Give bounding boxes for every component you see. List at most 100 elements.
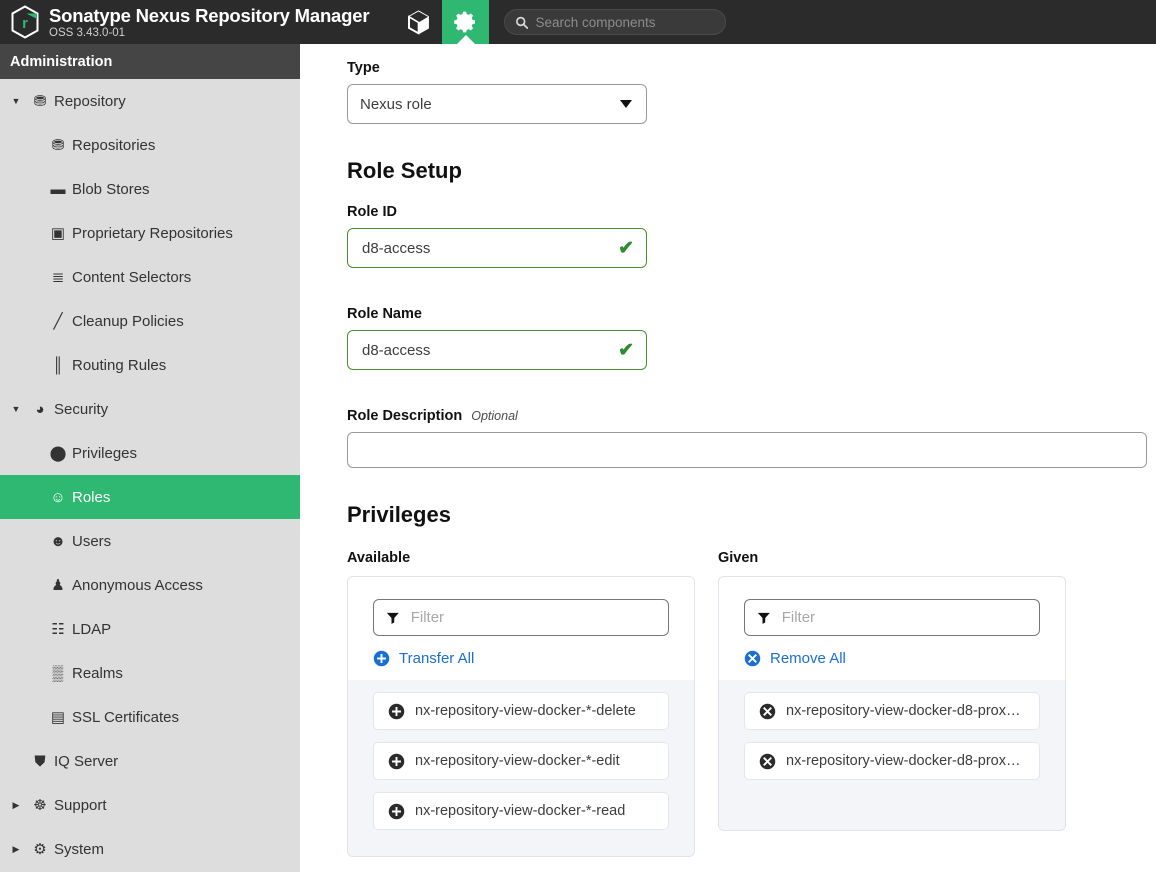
privileges-dual-list: Available <box>347 550 1146 857</box>
available-filter-input[interactable] <box>409 608 656 627</box>
brand-block[interactable]: r Sonatype Nexus Repository Manager OSS … <box>0 0 395 44</box>
sidebar-item-system[interactable]: ▶⚙System <box>0 827 300 871</box>
shield-icon: ⛊ <box>26 754 54 769</box>
plus-circle-icon[interactable] <box>388 803 405 820</box>
list-item-label: nx-repository-view-docker-*-edit <box>415 753 620 769</box>
sidebar-item-label: Routing Rules <box>72 357 166 374</box>
sidebar-item-support[interactable]: ▶☸Support <box>0 783 300 827</box>
list-item[interactable]: nx-repository-view-docker-*-delete <box>373 692 669 730</box>
given-filter-box[interactable] <box>744 599 1040 636</box>
caret-down-icon[interactable]: ▼ <box>6 404 26 414</box>
transfer-all-label: Transfer All <box>399 650 474 667</box>
list-item[interactable]: nx-repository-view-docker-d8-prox… <box>744 692 1040 730</box>
sidebar-item-label: IQ Server <box>54 753 118 770</box>
admin-sidebar: Administration ▼⛃Repository⛃Repositories… <box>0 44 300 872</box>
sidebar-header-label: Administration <box>10 54 112 70</box>
plus-circle-icon[interactable] <box>388 753 405 770</box>
type-select-value: Nexus role <box>360 96 432 113</box>
cube-icon <box>407 10 430 35</box>
sidebar-item-label: Anonymous Access <box>72 577 203 594</box>
sidebar-item-label: Content Selectors <box>72 269 191 286</box>
door-icon: ▣ <box>44 226 72 241</box>
sidebar-item-content-selectors[interactable]: ≣Content Selectors <box>0 255 300 299</box>
sidebar-item-label: Realms <box>72 665 123 682</box>
available-filter-box[interactable] <box>373 599 669 636</box>
sidebar-item-ldap[interactable]: ☷LDAP <box>0 607 300 651</box>
nav-admin-button[interactable] <box>442 0 489 44</box>
role-name-input[interactable] <box>360 341 634 360</box>
sidebar-item-users[interactable]: ☻Users <box>0 519 300 563</box>
sidebar-item-label: Privileges <box>72 445 137 462</box>
available-item-list: nx-repository-view-docker-*-delete nx-rep… <box>348 680 694 856</box>
sidebar-item-blob-stores[interactable]: ▬Blob Stores <box>0 167 300 211</box>
caret-right-icon[interactable]: ▶ <box>6 844 26 855</box>
role-description-field[interactable] <box>347 432 1147 468</box>
search-input[interactable] <box>535 15 715 30</box>
filter-icon <box>757 611 771 625</box>
plus-circle-icon <box>373 650 390 667</box>
chevron-down-icon <box>620 100 632 108</box>
caret-down-icon[interactable]: ▼ <box>6 96 26 106</box>
type-select[interactable]: Nexus role <box>347 84 647 124</box>
sidebar-item-label: LDAP <box>72 621 111 638</box>
sidebar-item-label: System <box>54 841 104 858</box>
check-icon: ✔ <box>618 341 634 360</box>
broom-icon: ╱ <box>44 314 72 329</box>
app-version: OSS 3.43.0-01 <box>49 26 369 40</box>
users-icon: ☻ <box>44 534 72 549</box>
given-title: Given <box>718 550 1066 566</box>
list-item[interactable]: nx-repository-view-docker-*-read <box>373 792 669 830</box>
app-title: Sonatype Nexus Repository Manager <box>49 5 369 26</box>
caret-right-icon[interactable]: ▶ <box>6 800 26 811</box>
sidebar-item-label: Proprietary Repositories <box>72 225 233 242</box>
check-icon: ✔ <box>618 239 634 258</box>
sidebar-header: Administration <box>0 44 300 79</box>
user-role-icon: ☺ <box>44 490 72 505</box>
sidebar-item-list: ▼⛃Repository⛃Repositories▬Blob Stores▣Pr… <box>0 79 300 871</box>
sidebar-item-label: Repositories <box>72 137 155 154</box>
role-description-input[interactable] <box>360 441 1134 460</box>
sidebar-item-realms[interactable]: ▒Realms <box>0 651 300 695</box>
type-label: Type <box>347 60 1146 76</box>
sidebar-item-iq-server[interactable]: ⛊IQ Server <box>0 739 300 783</box>
sidebar-item-repository[interactable]: ▼⛃Repository <box>0 79 300 123</box>
transfer-all-button[interactable]: Transfer All <box>373 650 669 667</box>
list-item[interactable]: nx-repository-view-docker-d8-prox… <box>744 742 1040 780</box>
security-icon: ◕ <box>26 402 54 417</box>
gear-icon: ⚙ <box>26 842 54 857</box>
x-circle-icon[interactable] <box>759 753 776 770</box>
given-column: Given <box>718 550 1066 857</box>
nav-browse-button[interactable] <box>395 0 442 44</box>
sidebar-item-cleanup-policies[interactable]: ╱Cleanup Policies <box>0 299 300 343</box>
sidebar-item-proprietary-repositories[interactable]: ▣Proprietary Repositories <box>0 211 300 255</box>
sidebar-item-ssl-certificates[interactable]: ▤SSL Certificates <box>0 695 300 739</box>
sidebar-item-routing-rules[interactable]: ║Routing Rules <box>0 343 300 387</box>
role-setup-title: Role Setup <box>347 158 1146 184</box>
sidebar-item-security[interactable]: ▼◕Security <box>0 387 300 431</box>
sidebar-item-repositories[interactable]: ⛃Repositories <box>0 123 300 167</box>
plus-circle-icon[interactable] <box>388 703 405 720</box>
available-panel-header: Transfer All <box>348 577 694 680</box>
database-icon: ⛃ <box>26 94 54 109</box>
available-panel: Transfer All nx-repository-view-docker-*… <box>347 576 695 857</box>
person-icon: ♟ <box>44 578 72 593</box>
sidebar-item-roles[interactable]: ☺Roles <box>0 475 300 519</box>
role-name-field[interactable]: ✔ <box>347 330 647 370</box>
sidebar-item-anonymous-access[interactable]: ♟Anonymous Access <box>0 563 300 607</box>
role-id-input[interactable] <box>360 239 634 258</box>
search-box[interactable] <box>504 9 726 35</box>
sidebar-item-label: Roles <box>72 489 110 506</box>
given-panel-header: Remove All <box>719 577 1065 680</box>
x-circle-icon[interactable] <box>759 703 776 720</box>
role-id-field[interactable]: ✔ <box>347 228 647 268</box>
list-item[interactable]: nx-repository-view-docker-*-edit <box>373 742 669 780</box>
x-circle-icon <box>744 650 761 667</box>
role-id-label: Role ID <box>347 204 1146 220</box>
sidebar-item-privileges[interactable]: ⬤Privileges <box>0 431 300 475</box>
given-filter-input[interactable] <box>780 608 1027 627</box>
sidebar-item-label: SSL Certificates <box>72 709 179 726</box>
layers-icon: ≣ <box>44 270 72 285</box>
remove-all-button[interactable]: Remove All <box>744 650 1040 667</box>
search-area <box>504 9 726 35</box>
realms-icon: ▒ <box>44 666 72 681</box>
